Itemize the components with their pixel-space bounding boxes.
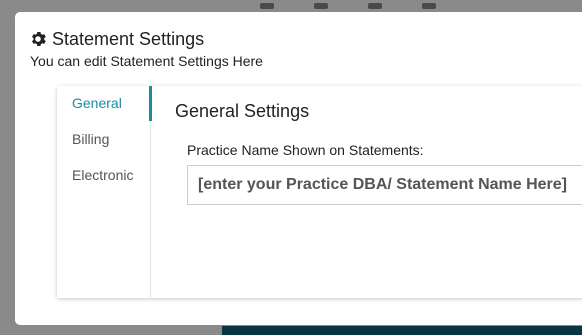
background-area	[0, 326, 222, 335]
practice-name-input[interactable]	[187, 165, 582, 205]
background-icon	[422, 3, 436, 9]
tab-electronic[interactable]: Electronic	[72, 167, 133, 183]
active-tab-indicator	[149, 86, 152, 121]
background-footer-bar	[222, 326, 582, 335]
background-icon	[314, 3, 328, 9]
settings-tabs: General Billing Electronic	[57, 86, 152, 298]
modal-subtitle: You can edit Statement Settings Here	[30, 53, 263, 69]
tab-general[interactable]: General	[72, 95, 122, 111]
modal-title-text: Statement Settings	[52, 29, 205, 49]
practice-name-label: Practice Name Shown on Statements:	[187, 142, 424, 158]
gear-icon	[30, 31, 46, 47]
section-title: General Settings	[175, 101, 310, 121]
background-toolbar	[250, 0, 582, 12]
general-settings-section: General Settings Practice Name Shown on …	[175, 101, 582, 205]
background-icon	[368, 3, 382, 9]
tab-billing[interactable]: Billing	[72, 131, 109, 147]
statement-settings-modal: Statement Settings You can edit Statemen…	[15, 12, 582, 325]
modal-header: Statement Settings You can edit Statemen…	[30, 29, 263, 69]
background-icon	[260, 3, 274, 9]
modal-title: Statement Settings	[30, 29, 263, 49]
settings-panel: General Billing Electronic General Setti…	[57, 86, 582, 298]
